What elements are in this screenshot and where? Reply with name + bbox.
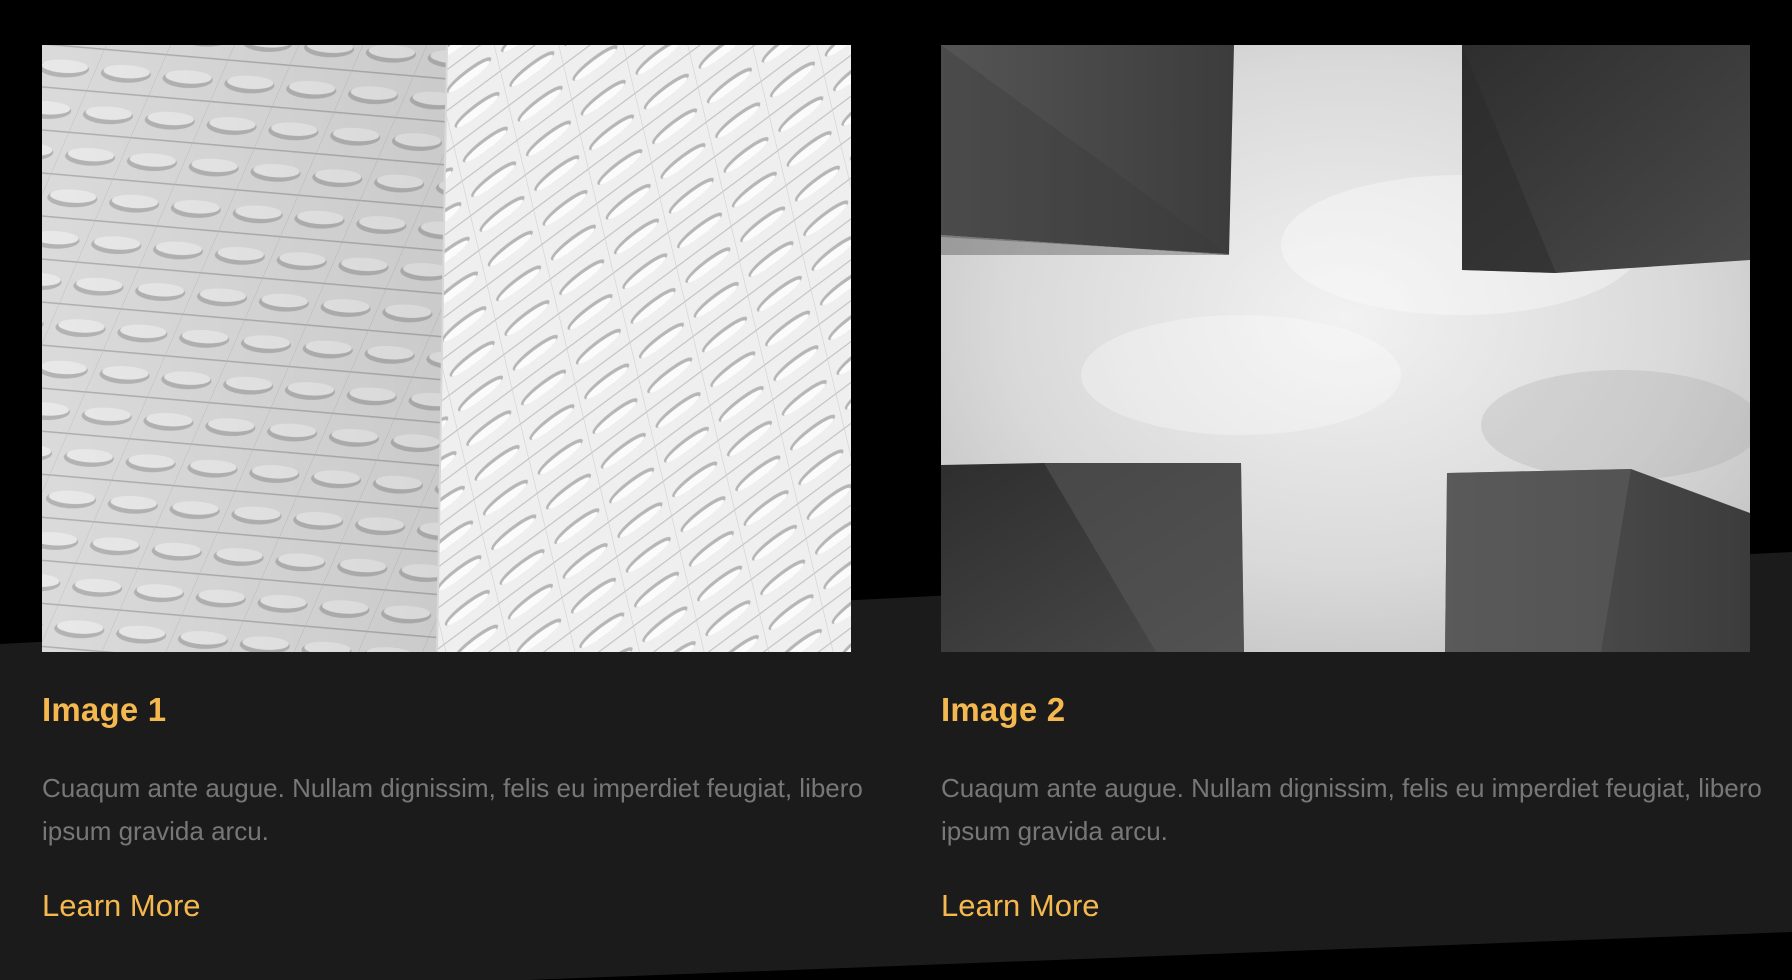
pillars-photo — [941, 45, 1750, 652]
card-title: Image 1 — [42, 691, 167, 728]
page: Image 1 Cuaqum ante augue. Nullam dignis… — [0, 0, 1792, 980]
card-description: Cuaqum ante augue. Nullam dignissim, fel… — [42, 773, 863, 846]
facade-photo — [42, 45, 851, 652]
card-description: Cuaqum ante augue. Nullam dignissim, fel… — [941, 773, 1762, 846]
card-image-2: Image 2 Cuaqum ante augue. Nullam dignis… — [941, 45, 1762, 926]
card-image-facade[interactable] — [42, 45, 851, 652]
card-image-pillars[interactable] — [941, 45, 1750, 652]
card-title: Image 2 — [941, 691, 1066, 728]
card-image-1: Image 1 Cuaqum ante augue. Nullam dignis… — [42, 45, 863, 926]
learn-more-link[interactable]: Learn More — [941, 886, 1100, 926]
learn-more-link[interactable]: Learn More — [42, 886, 201, 926]
